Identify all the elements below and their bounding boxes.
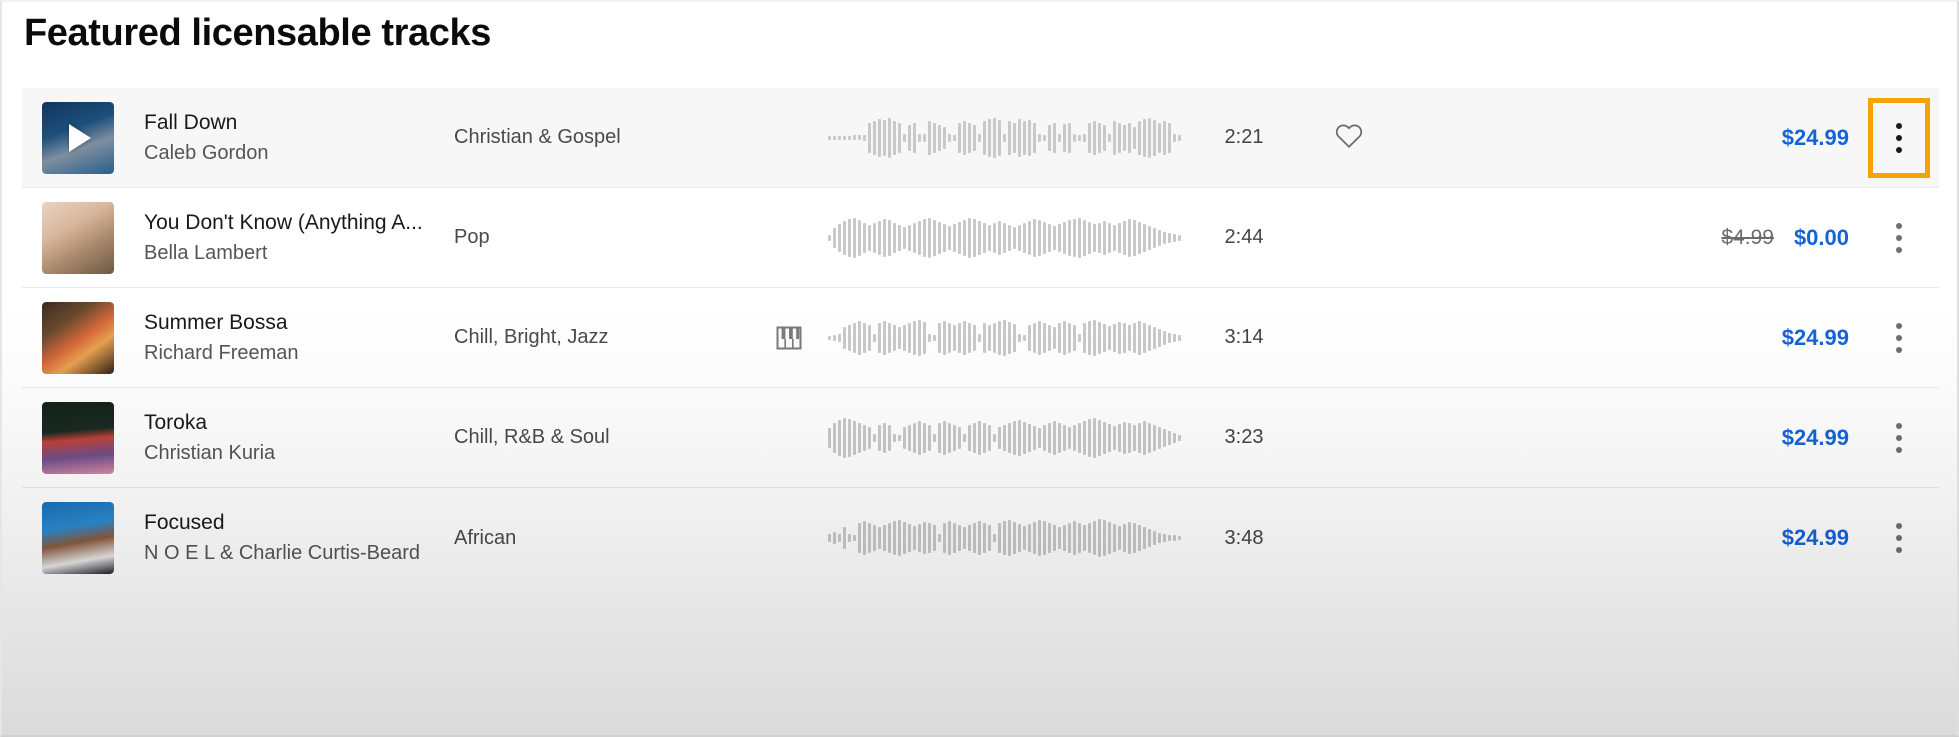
track-artist[interactable]: Christian Kuria: [144, 438, 444, 468]
more-options-icon[interactable]: [1876, 510, 1922, 566]
track-row[interactable]: Toroka Christian Kuria Chill, R&B & Soul 3:…: [22, 388, 1939, 488]
track-title[interactable]: Toroka: [144, 408, 444, 438]
track-menu-cell: [1859, 97, 1939, 178]
track-duration: 3:23: [1224, 426, 1264, 448]
price-group: $24.99: [1394, 125, 1859, 151]
more-options-icon[interactable]: [1876, 110, 1922, 166]
price-group: $4.99 $0.00: [1394, 225, 1859, 251]
track-info: Focused N O E L & Charlie Curtis-Beard: [144, 508, 444, 568]
track-duration: 3:14: [1224, 326, 1264, 348]
piano-icon: [776, 325, 802, 351]
track-price[interactable]: $0.00: [1794, 225, 1849, 251]
track-row[interactable]: Fall Down Caleb Gordon Christian & Gospel 2…: [22, 88, 1939, 188]
track-price[interactable]: $24.99: [1782, 425, 1849, 451]
price-group: $24.99: [1394, 525, 1859, 551]
waveform-bars: [827, 115, 1181, 161]
track-genre: African: [454, 526, 517, 549]
waveform-bars: [827, 315, 1181, 361]
waveform[interactable]: [824, 114, 1184, 162]
track-menu-cell: [1859, 310, 1939, 366]
track-genre: Chill, R&B & Soul: [454, 426, 610, 448]
track-duration: 2:21: [1224, 126, 1264, 148]
track-artist[interactable]: Caleb Gordon: [144, 138, 444, 168]
track-info: Fall Down Caleb Gordon: [144, 108, 444, 168]
waveform[interactable]: [824, 514, 1184, 562]
track-menu-cell: [1859, 410, 1939, 466]
track-thumbnail[interactable]: [42, 201, 114, 274]
heart-icon[interactable]: [1334, 122, 1364, 154]
play-icon: [69, 123, 91, 152]
waveform-bars: [827, 415, 1181, 461]
track-artwork: [42, 502, 114, 574]
track-artwork: [42, 401, 114, 474]
waveform-bars: [827, 215, 1181, 261]
track-menu-cell: [1859, 510, 1939, 566]
instrument-badge-slot: [754, 325, 824, 351]
track-thumbnail[interactable]: [42, 101, 114, 174]
page-title: Featured licensable tracks: [24, 12, 491, 54]
track-row[interactable]: Summer Bossa Richard Freeman Chill, Bright…: [22, 288, 1939, 388]
track-list: Fall Down Caleb Gordon Christian & Gospel 2…: [22, 88, 1939, 588]
track-thumbnail[interactable]: [42, 301, 114, 374]
track-genre: Christian & Gospel: [454, 126, 621, 148]
waveform[interactable]: [824, 214, 1184, 262]
track-duration: 3:48: [1224, 526, 1264, 549]
favorite-slot: [1304, 122, 1394, 154]
track-row[interactable]: Focused N O E L & Charlie Curtis-Beard Afr…: [22, 488, 1939, 588]
price-group: $24.99: [1394, 325, 1859, 351]
track-row[interactable]: You Don't Know (Anything A... Bella Lambe…: [22, 188, 1939, 288]
track-title[interactable]: Focused: [144, 508, 444, 538]
more-options-icon[interactable]: [1876, 310, 1922, 366]
play-button[interactable]: [42, 102, 114, 174]
track-price[interactable]: $24.99: [1782, 125, 1849, 151]
track-thumbnail[interactable]: [42, 401, 114, 474]
track-info: You Don't Know (Anything A... Bella Lambe…: [144, 208, 444, 268]
track-genre: Chill, Bright, Jazz: [454, 326, 609, 348]
track-menu-cell: [1859, 210, 1939, 266]
track-duration: 2:44: [1224, 226, 1264, 248]
track-artwork: [42, 201, 114, 274]
track-title[interactable]: Summer Bossa: [144, 308, 444, 338]
more-options-icon[interactable]: [1876, 410, 1922, 466]
waveform[interactable]: [824, 414, 1184, 462]
price-group: $24.99: [1394, 425, 1859, 451]
original-price: $4.99: [1721, 225, 1774, 249]
track-price[interactable]: $24.99: [1782, 525, 1849, 551]
track-title[interactable]: You Don't Know (Anything A...: [144, 208, 444, 238]
track-artist[interactable]: Richard Freeman: [144, 338, 444, 368]
waveform-bars: [827, 515, 1181, 561]
track-info: Toroka Christian Kuria: [144, 408, 444, 468]
track-artist[interactable]: N O E L & Charlie Curtis-Beard: [144, 538, 444, 568]
track-info: Summer Bossa Richard Freeman: [144, 308, 444, 368]
track-genre: Pop: [454, 226, 490, 248]
waveform[interactable]: [824, 314, 1184, 362]
track-artwork: [42, 301, 114, 374]
featured-tracks-panel: Featured licensable tracks Fall Down Cale…: [0, 0, 1959, 737]
track-thumbnail[interactable]: [42, 502, 114, 574]
track-artist[interactable]: Bella Lambert: [144, 238, 444, 268]
track-title[interactable]: Fall Down: [144, 108, 444, 138]
more-options-icon[interactable]: [1876, 210, 1922, 266]
track-price[interactable]: $24.99: [1782, 325, 1849, 351]
